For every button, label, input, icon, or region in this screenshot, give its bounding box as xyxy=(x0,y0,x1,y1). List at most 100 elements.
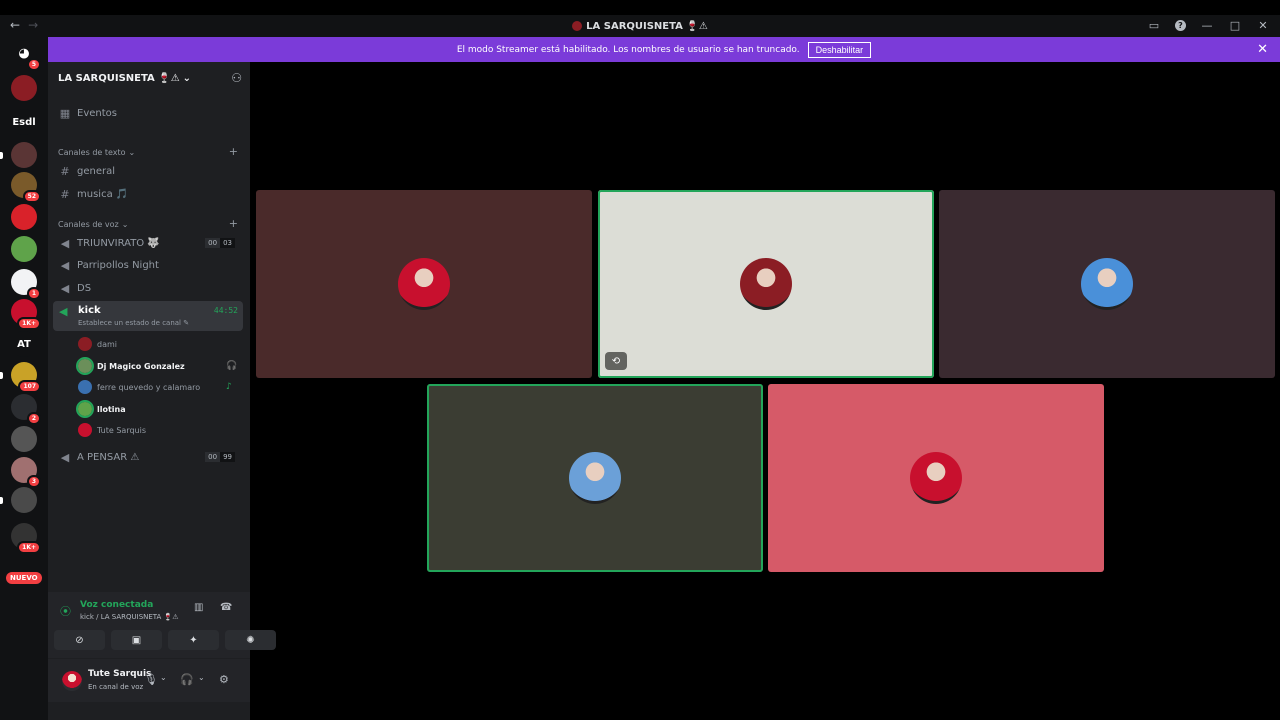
voice-category[interactable]: Canales de voz ⌄ xyxy=(58,220,128,229)
server-icon[interactable] xyxy=(11,204,37,230)
speaker-icon: ◀ xyxy=(60,258,70,272)
add-text-channel-icon[interactable]: + xyxy=(229,145,238,158)
voice-channel-a-pensar[interactable]: ◀ A PENSAR ⚠ 00 99 xyxy=(53,450,243,464)
inbox-icon[interactable]: ▭ xyxy=(1147,19,1161,32)
user-count-current: 00 xyxy=(205,452,221,462)
avatar-player-red xyxy=(910,452,962,504)
chevron-down-icon: ⌄ xyxy=(121,220,129,229)
help-icon[interactable]: ? xyxy=(1175,20,1186,31)
guild-header[interactable]: LA SARQUISNETA 🍷⚠ ⌄ ⚇ xyxy=(48,62,250,94)
video-tile[interactable]: ⟲ xyxy=(598,190,934,378)
activity-corner-icon[interactable]: ⟲ xyxy=(605,352,627,370)
server-icon[interactable]: 1 xyxy=(11,269,41,300)
events-label: Eventos xyxy=(77,107,117,119)
server-icon[interactable] xyxy=(0,142,37,168)
home-discord-button[interactable]: ◕ 5 xyxy=(11,40,41,71)
channel-status-prompt[interactable]: Establece un estado de canal ✎ xyxy=(78,319,189,327)
unread-pill xyxy=(0,372,3,379)
events-item[interactable]: ▦ Eventos xyxy=(53,106,243,120)
server-icon[interactable] xyxy=(11,75,37,101)
voice-member[interactable]: dami xyxy=(78,337,117,351)
signal-icon[interactable]: ⦿ xyxy=(60,603,71,619)
speaker-icon: ◀ xyxy=(60,281,70,295)
server-icon[interactable] xyxy=(11,426,37,452)
headphones-icon[interactable]: 🎧 xyxy=(180,673,194,686)
user-status: En canal de voz xyxy=(88,683,144,691)
voice-channel-ds[interactable]: ◀ DS xyxy=(53,281,243,295)
server-icon[interactable] xyxy=(11,236,37,262)
voice-channel-path[interactable]: kick / LA SARQUISNETA 🍷⚠ xyxy=(80,613,179,621)
avatar-man-suit xyxy=(1081,258,1133,310)
server-icon[interactable]: AT xyxy=(11,331,37,357)
channel-name: Parripollos Night xyxy=(77,259,159,271)
member-name: Tute Sarquis xyxy=(97,425,147,435)
voice-member[interactable]: ferre quevedo y calamaro ♪ xyxy=(78,380,232,394)
camera-off-button[interactable]: ⊘ xyxy=(54,630,105,650)
banner-close-icon[interactable]: ✕ xyxy=(1257,42,1268,57)
noise-suppression-icon[interactable]: ▥ xyxy=(194,602,203,613)
channel-name: DS xyxy=(77,282,92,294)
voice-member[interactable]: Dj Magico Gonzalez 🎧 xyxy=(76,357,237,375)
forward-arrow-icon[interactable]: → xyxy=(28,18,38,32)
user-count-current: 00 xyxy=(205,238,221,248)
server-icon-small xyxy=(572,21,583,31)
text-category[interactable]: Canales de texto ⌄ xyxy=(58,148,135,157)
server-icon[interactable]: 1K+ xyxy=(11,523,41,554)
member-avatar xyxy=(76,400,94,418)
window-title: LA SARQUISNETA 🍷⚠ xyxy=(572,21,708,32)
user-count-limit: 03 xyxy=(220,238,235,248)
voice-member[interactable]: llotina xyxy=(76,400,126,418)
maximize-icon[interactable]: □ xyxy=(1228,19,1242,32)
back-arrow-icon[interactable]: ← xyxy=(10,18,20,32)
server-icon[interactable] xyxy=(0,487,37,513)
chevron-down-icon[interactable]: ⌄ xyxy=(160,673,167,682)
minimize-icon[interactable]: — xyxy=(1200,19,1214,32)
new-badge[interactable]: NUEVO xyxy=(6,572,42,584)
channel-name: general xyxy=(77,165,116,177)
disconnect-icon[interactable]: ☎ xyxy=(220,602,232,613)
video-tile[interactable] xyxy=(939,190,1275,378)
member-avatar xyxy=(76,357,94,375)
voice-member[interactable]: Tute Sarquis xyxy=(78,423,146,437)
channel-name: kick xyxy=(78,305,101,316)
member-avatar xyxy=(78,380,92,394)
server-icon[interactable]: 107 xyxy=(0,362,41,393)
voice-connection-panel: ⦿ Voz conectada kick / LA SARQUISNETA 🍷⚠… xyxy=(48,592,276,658)
unread-pill xyxy=(0,497,3,504)
server-icon[interactable]: 2 xyxy=(11,394,41,425)
server-label: AT xyxy=(17,338,31,350)
server-icon[interactable]: 3 xyxy=(11,457,41,488)
server-icon[interactable]: 1K+ xyxy=(11,299,41,330)
call-timer: 44:52 xyxy=(213,306,238,315)
add-voice-channel-icon[interactable]: + xyxy=(229,217,238,230)
voice-channel-triunvirato[interactable]: ◀ TRIUNVIRATO 🐺 00 03 xyxy=(53,236,243,250)
channel-musica[interactable]: # musica 🎵 xyxy=(53,187,243,201)
screen-share-button[interactable]: ▣ xyxy=(111,630,162,650)
activities-button[interactable]: ✦ xyxy=(168,630,219,650)
chevron-down-icon[interactable]: ⌄ xyxy=(198,673,205,682)
microphone-icon[interactable]: 🎙 xyxy=(144,673,158,686)
soundboard-button[interactable]: ✺ xyxy=(225,630,276,650)
video-tile[interactable] xyxy=(768,384,1104,572)
channel-general[interactable]: # general xyxy=(53,164,243,178)
user-avatar[interactable] xyxy=(62,671,82,691)
disable-streamer-button[interactable]: Deshabilitar xyxy=(807,41,872,58)
voice-channel-kick-active[interactable]: ◀ kick Establece un estado de canal ✎ 44… xyxy=(53,301,243,331)
channel-name: musica 🎵 xyxy=(77,188,129,200)
video-tile[interactable] xyxy=(427,384,763,572)
notification-badge: 3 xyxy=(26,475,41,488)
activity-icon: ♪ xyxy=(226,382,232,392)
voice-channel-parripollos[interactable]: ◀ Parripollos Night xyxy=(53,258,243,272)
close-icon[interactable]: ✕ xyxy=(1256,19,1270,32)
video-tile[interactable] xyxy=(256,190,592,378)
invite-people-icon[interactable]: ⚇ xyxy=(231,71,242,85)
settings-gear-icon[interactable]: ⚙ xyxy=(219,673,229,686)
avatar-cow xyxy=(569,452,621,504)
server-icon[interactable]: 52 xyxy=(11,172,41,203)
server-icon[interactable]: Esdl xyxy=(11,109,37,135)
voice-status[interactable]: Voz conectada xyxy=(80,600,153,610)
member-name: ferre quevedo y calamaro xyxy=(97,382,201,392)
chevron-down-icon: ⌄ xyxy=(128,148,136,157)
username[interactable]: Tute Sarquis xyxy=(88,669,151,679)
notification-badge: 1 xyxy=(26,287,41,300)
